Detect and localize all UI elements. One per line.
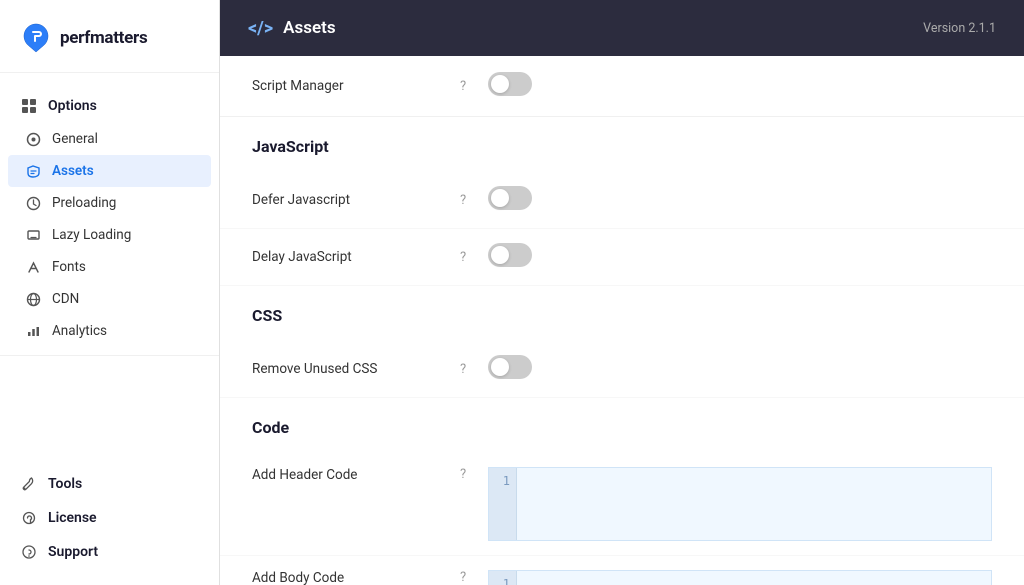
fonts-icon: [24, 258, 42, 276]
script-manager-help-icon[interactable]: ?: [460, 79, 480, 94]
delay-javascript-row: Delay JavaScript ?: [220, 229, 1024, 286]
sidebar-item-support[interactable]: Support: [0, 535, 219, 569]
toggle-thumb: [491, 75, 509, 93]
defer-javascript-toggle[interactable]: [488, 186, 532, 210]
sidebar-item-general-label: General: [52, 131, 98, 147]
script-manager-row: Script Manager ?: [220, 56, 1024, 117]
cdn-icon: [24, 290, 42, 308]
add-header-code-textarea[interactable]: [517, 468, 991, 540]
sidebar: perfmatters Options Gener: [0, 0, 220, 585]
css-section-title: CSS: [220, 286, 1024, 341]
assets-header-icon: </>: [248, 18, 273, 39]
app-title: perfmatters: [60, 28, 147, 48]
sidebar-item-fonts[interactable]: Fonts: [0, 251, 219, 283]
settings-content: Script Manager ? JavaScript Defer Javasc…: [220, 56, 1024, 585]
sidebar-item-cdn[interactable]: CDN: [0, 283, 219, 315]
logo-area: perfmatters: [0, 0, 219, 73]
sidebar-item-cdn-label: CDN: [52, 291, 79, 307]
sidebar-item-fonts-label: Fonts: [52, 259, 86, 275]
defer-javascript-row: Defer Javascript ?: [220, 172, 1024, 229]
main-content-area: </> Assets Version 2.1.1 Script Manager …: [220, 0, 1024, 585]
remove-unused-css-label: Remove Unused CSS: [252, 361, 452, 377]
defer-javascript-toggle-control: [488, 186, 532, 214]
remove-unused-css-toggle-control: [488, 355, 532, 383]
sidebar-item-tools[interactable]: Tools: [0, 467, 219, 501]
license-icon: [20, 509, 38, 527]
sidebar-bottom: Tools License Support: [0, 459, 219, 585]
sidebar-item-assets[interactable]: Assets: [8, 155, 211, 187]
remove-unused-css-row: Remove Unused CSS ?: [220, 341, 1024, 398]
lazy-loading-icon: [24, 226, 42, 244]
sidebar-item-lazy-loading-label: Lazy Loading: [52, 227, 131, 243]
add-header-code-control: 1: [488, 467, 992, 541]
sidebar-item-analytics-label: Analytics: [52, 323, 107, 339]
remove-unused-css-help-icon[interactable]: ?: [460, 362, 480, 377]
sidebar-item-tools-label: Tools: [48, 476, 82, 492]
delay-javascript-help-icon[interactable]: ?: [460, 250, 480, 265]
add-header-code-row: Add Header Code ? 1: [220, 453, 1024, 556]
sidebar-item-preloading-label: Preloading: [52, 195, 116, 211]
add-body-code-label: Add Body Code: [252, 570, 452, 585]
general-icon: [24, 130, 42, 148]
code-section-title: Code: [220, 398, 1024, 453]
options-label: Options: [48, 98, 97, 114]
page-title: Assets: [283, 18, 335, 38]
script-manager-label: Script Manager: [252, 78, 452, 94]
add-header-code-label: Add Header Code: [252, 467, 452, 483]
options-icon: [20, 97, 38, 115]
sidebar-item-license-label: License: [48, 510, 97, 526]
add-body-code-row: Add Body Code ? 1: [220, 556, 1024, 585]
remove-unused-css-toggle[interactable]: [488, 355, 532, 379]
sidebar-item-assets-label: Assets: [52, 163, 94, 179]
sidebar-item-preloading[interactable]: Preloading: [0, 187, 219, 219]
delay-javascript-label: Delay JavaScript: [252, 249, 452, 265]
perfmatters-logo-icon: [20, 22, 52, 54]
sidebar-item-lazy-loading[interactable]: Lazy Loading: [0, 219, 219, 251]
add-header-code-gutter: 1: [489, 468, 517, 540]
add-body-code-control: 1: [488, 570, 992, 585]
delay-javascript-toggle-control: [488, 243, 532, 271]
defer-javascript-label: Defer Javascript: [252, 192, 452, 208]
add-body-code-gutter: 1: [489, 571, 517, 585]
toggle-thumb: [491, 189, 509, 207]
add-body-code-wrapper: 1: [488, 570, 992, 585]
add-header-code-help-icon[interactable]: ?: [460, 467, 480, 482]
delay-javascript-toggle[interactable]: [488, 243, 532, 267]
sidebar-navigation: Options General Assets: [0, 73, 219, 459]
sidebar-item-general[interactable]: General: [0, 123, 219, 155]
sidebar-item-support-label: Support: [48, 544, 98, 560]
script-manager-toggle-control: [488, 72, 532, 100]
sidebar-section-options[interactable]: Options: [0, 89, 219, 123]
defer-javascript-help-icon[interactable]: ?: [460, 193, 480, 208]
sidebar-divider: [0, 355, 219, 356]
assets-icon: [24, 162, 42, 180]
page-title-area: </> Assets: [248, 18, 336, 39]
toggle-thumb: [491, 358, 509, 376]
sidebar-item-analytics[interactable]: Analytics: [0, 315, 219, 347]
script-manager-toggle[interactable]: [488, 72, 532, 96]
preloading-icon: [24, 194, 42, 212]
support-icon: [20, 543, 38, 561]
add-body-code-textarea[interactable]: [517, 571, 991, 585]
add-body-code-help-icon[interactable]: ?: [460, 570, 480, 585]
main-header: </> Assets Version 2.1.1: [220, 0, 1024, 56]
javascript-section-title: JavaScript: [220, 117, 1024, 172]
add-header-code-wrapper: 1: [488, 467, 992, 541]
version-label: Version 2.1.1: [923, 21, 996, 36]
sidebar-item-license[interactable]: License: [0, 501, 219, 535]
tools-icon: [20, 475, 38, 493]
toggle-thumb: [491, 246, 509, 264]
analytics-icon: [24, 322, 42, 340]
